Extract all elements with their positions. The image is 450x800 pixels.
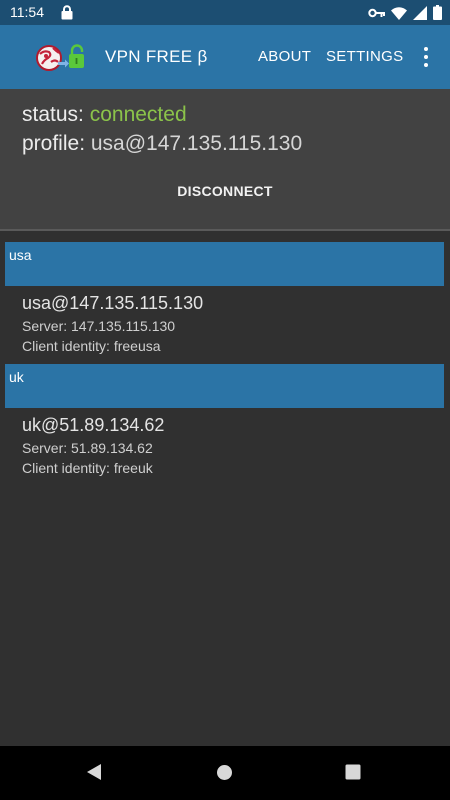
home-icon[interactable]	[216, 764, 233, 786]
more-vert-icon[interactable]	[416, 45, 436, 69]
profile-label: profile:	[22, 132, 86, 155]
profile-identity: Client identity: freeuk	[22, 460, 153, 476]
status-label: status:	[22, 103, 84, 126]
vpn-logo-icon	[34, 43, 88, 73]
app-screen: 11:54 VPN FREE β ABOUT SETTINGS status: …	[0, 0, 450, 800]
profile-value: usa@147.135.115.130	[90, 132, 303, 155]
wifi-icon	[391, 6, 407, 20]
about-button[interactable]: ABOUT	[258, 47, 311, 67]
vpn-key-icon	[368, 8, 385, 18]
back-icon[interactable]	[86, 764, 102, 785]
cell-signal-icon	[413, 5, 427, 20]
connection-status-panel: status: connected profile: usa@147.135.1…	[0, 89, 450, 229]
divider	[0, 229, 450, 231]
profile-item-usa[interactable]: usa@147.135.115.130 Server: 147.135.115.…	[22, 292, 442, 356]
disconnect-button[interactable]: DISCONNECT	[0, 182, 450, 200]
battery-icon	[433, 5, 442, 20]
status-value: connected	[89, 103, 187, 126]
profile-name: uk@51.89.134.62	[22, 415, 165, 435]
clock: 11:54	[10, 4, 44, 20]
profile-name: usa@147.135.115.130	[22, 293, 204, 313]
app-title: VPN FREE β	[105, 47, 208, 66]
group-header-uk: uk	[5, 364, 444, 408]
status-row: status: connected	[22, 102, 187, 128]
system-nav-bar	[0, 746, 450, 800]
group-header-usa: usa	[5, 242, 444, 286]
system-status-bar: 11:54	[0, 0, 450, 25]
profile-server: Server: 51.89.134.62	[22, 440, 153, 456]
profile-item-uk[interactable]: uk@51.89.134.62 Server: 51.89.134.62 Cli…	[22, 414, 442, 478]
recents-icon[interactable]	[345, 764, 361, 785]
profile-identity: Client identity: freeusa	[22, 338, 161, 354]
status-icons	[368, 5, 442, 20]
lock-icon	[60, 5, 74, 20]
app-toolbar: VPN FREE β ABOUT SETTINGS	[0, 25, 450, 89]
profile-server: Server: 147.135.115.130	[22, 318, 176, 334]
settings-button[interactable]: SETTINGS	[326, 47, 403, 67]
profile-row: profile: usa@147.135.115.130	[22, 131, 302, 157]
